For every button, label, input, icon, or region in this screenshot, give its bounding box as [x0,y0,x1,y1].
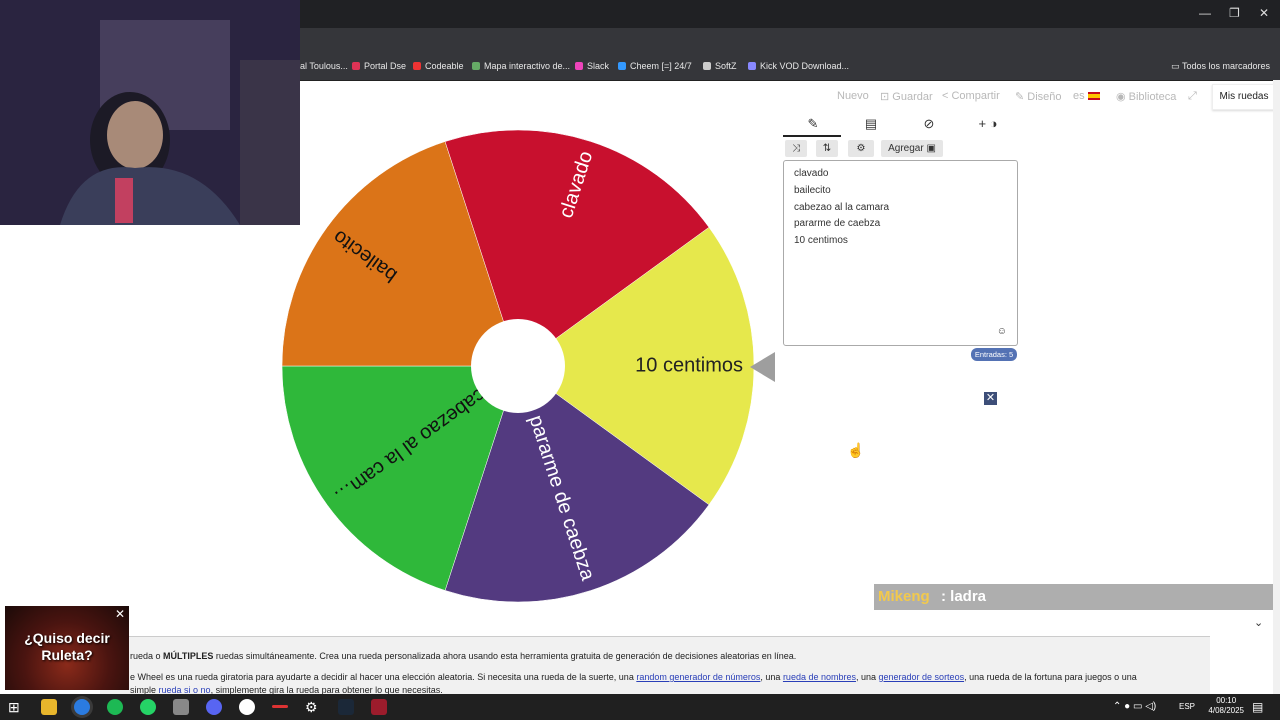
language-selector[interactable]: es [1073,90,1100,102]
ruleta-ad[interactable]: ¿Quiso decir Ruleta? ✕ [5,606,129,690]
fullscreen-icon[interactable]: ⤢ [1188,90,1197,103]
biblioteca-button[interactable]: ◉ Biblioteca [1116,90,1176,103]
all-bookmarks-link[interactable]: ▭ Todos los marcadores [1171,61,1270,72]
save-icon: ⊡ [880,91,893,103]
entry-line: clavado [794,168,829,179]
wheel-segment-label: 10 centimos [635,354,743,376]
editor-tabs: ✎ ▤ ⊘ + ◑ [783,113,1018,137]
wheel-icon: ◑ [989,116,998,131]
taskbar: ⊞ ⚙ ⌃ ● ▭ ◁) ESP 00:10 4/08/2025 ▤ [0,694,1280,720]
chat-text: : ladra [941,588,987,605]
app-icon[interactable] [173,699,189,715]
link-random-numbers[interactable]: random generador de números [636,672,760,682]
ad-text: ¿Quiso decir Ruleta? [24,630,110,663]
folder-icon: ▭ [1171,61,1182,71]
discord-icon[interactable] [206,699,222,715]
entry-line: bailecito [794,185,831,196]
bookmark-item[interactable]: Codeable [413,61,464,71]
info-paragraph: e Wheel es una rueda giratoria para ayud… [130,672,1137,682]
clipboard-icon[interactable]: ▤ [861,113,881,135]
pencil-icon[interactable]: ✎ [803,113,823,135]
info-paragraph: rueda o MÚLTIPLES ruedas simultáneamente… [130,651,797,661]
link-name-wheel[interactable]: rueda de nombres [783,672,856,682]
scrollbar[interactable] [1273,80,1280,694]
wheel-center[interactable] [471,319,565,413]
spotify-icon[interactable] [107,699,123,715]
bookmark-item[interactable]: al Toulous... [300,61,348,71]
chevron-down-icon[interactable]: ⌄ [1254,616,1263,629]
active-tab-indicator [783,135,841,137]
steam-icon[interactable] [338,699,354,715]
clock[interactable]: 00:10 4/08/2025 [1208,696,1244,716]
entry-line: 10 centimos [794,235,848,246]
globe-icon: ◉ [1116,91,1129,103]
whatsapp-icon[interactable] [140,699,156,715]
eye-slash-icon[interactable]: ⊘ [919,113,939,135]
tray-icons[interactable]: ⌃ ● ▭ ◁) [1113,701,1156,712]
settings-icon[interactable]: ⚙ [848,140,874,157]
bookmark-item[interactable]: Cheem [=] 24/7 [618,61,692,71]
notification-icon[interactable]: ▤ [1252,700,1263,714]
nuevo-button[interactable]: Nuevo [837,90,869,102]
shuffle-icon[interactable]: ⤨ [785,140,807,157]
diseno-button[interactable]: ✎ Diseño [1015,90,1062,103]
mis-ruedas-button[interactable]: Mis ruedas [1212,84,1276,110]
guardar-button[interactable]: ⊡ Guardar [880,90,933,103]
windows-start-icon[interactable]: ⊞ [8,699,24,715]
close-icon[interactable]: ✕ [984,392,997,405]
app-icon[interactable] [272,705,288,708]
info-section: rueda o MÚLTIPLES ruedas simultáneamente… [100,636,1210,695]
image-icon: ▣ [926,143,936,154]
chat-username: Mikeng [878,588,930,605]
settings-icon[interactable]: ⚙ [305,699,321,715]
sort-icon[interactable]: ⇅ [816,140,838,157]
emoji-icon[interactable]: ☺ [997,326,1007,337]
add-wheel-button[interactable]: + ◑ [973,113,1003,135]
entries-count-badge: Entradas: 5 [971,348,1017,361]
entries-textarea[interactable]: clavado bailecito cabezao al la camara p… [783,160,1018,346]
wheel-pointer [750,352,775,382]
compartir-button[interactable]: < Compartir [942,90,1000,102]
webcam-overlay [0,0,300,225]
link-raffle[interactable]: generador de sorteos [879,672,965,682]
agregar-image-button[interactable]: Agregar ▣ [881,140,943,157]
bookmark-item[interactable]: SoftZ [703,61,737,71]
spin-wheel[interactable]: 10 centimospararme de caebzacabezao al l… [280,128,756,604]
bookmark-item[interactable]: Kick VOD Download... [748,61,849,71]
chat-message: Mikeng : ladra [874,584,1280,610]
entry-line: cabezao al la camara [794,202,890,213]
bookmark-item[interactable]: Portal Dse [352,61,406,71]
bookmark-item[interactable]: Mapa interactivo de... [472,61,570,71]
entry-line: pararme de caebza [794,218,881,229]
input-language[interactable]: ESP [1179,702,1195,711]
flag-es-icon [1087,92,1100,100]
minimize-icon[interactable]: — [1199,6,1211,20]
close-window-icon[interactable]: ✕ [1259,6,1269,20]
pencil-icon: ✎ [1015,91,1028,103]
file-explorer-icon[interactable] [41,699,57,715]
app-icon[interactable] [239,699,255,715]
restore-icon[interactable]: ❐ [1229,6,1240,20]
bookmark-item[interactable]: Slack [575,61,609,71]
chrome-icon[interactable] [74,699,90,715]
app-icon[interactable] [371,699,387,715]
hand-cursor-icon: ☝ [847,442,865,458]
close-icon[interactable]: ✕ [115,608,127,620]
